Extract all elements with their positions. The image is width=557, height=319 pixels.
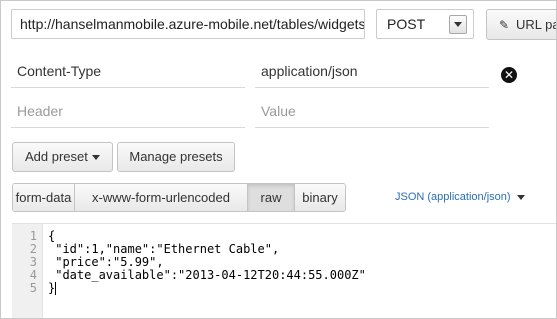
new-header-key-field[interactable]: Header — [11, 94, 245, 128]
code-line-last: } — [48, 281, 57, 295]
manage-presets-button[interactable]: Manage presets — [117, 142, 235, 172]
edit-icon: ✎ — [499, 18, 510, 32]
caret-down-icon — [91, 155, 100, 161]
header-value-field[interactable]: application/json — [255, 54, 489, 88]
tab-binary[interactable]: binary — [295, 184, 345, 211]
tab-form-data[interactable]: form-data — [13, 184, 75, 211]
header-key-field[interactable]: Content-Type — [11, 54, 245, 88]
url-input[interactable]: http://hanselmanmobile.azure-mobile.net/… — [11, 9, 365, 39]
tab-raw[interactable]: raw — [248, 184, 295, 211]
line-number-gutter: 1 2 3 4 5 — [12, 224, 43, 318]
tab-x-www-form-urlencoded[interactable]: x-www-form-urlencoded — [75, 184, 248, 211]
chevron-down-icon[interactable] — [449, 15, 467, 34]
line-number: 5 — [29, 281, 37, 295]
new-header-value-field[interactable]: Value — [255, 94, 489, 128]
method-select[interactable]: POST — [376, 9, 474, 39]
close-circle-icon[interactable]: ✕ — [501, 67, 517, 83]
body-mode-tabs: form-data x-www-form-urlencoded raw bina… — [12, 183, 346, 212]
request-builder-panel: http://hanselmanmobile.azure-mobile.net/… — [0, 0, 557, 319]
method-value: POST — [387, 16, 426, 32]
code-line: "date_available":"2013-04-12T20:44:55.00… — [48, 268, 366, 282]
url-params-button[interactable]: ✎URL params — [486, 9, 556, 40]
text-cursor — [55, 282, 57, 295]
language-select[interactable]: JSON (application/json) — [395, 183, 525, 212]
add-preset-button[interactable]: Add preset — [12, 142, 113, 172]
code-editor[interactable]: 1 2 3 4 5 { "id":1,"name":"Ethernet Cabl… — [12, 223, 556, 318]
caret-down-icon — [516, 194, 525, 200]
